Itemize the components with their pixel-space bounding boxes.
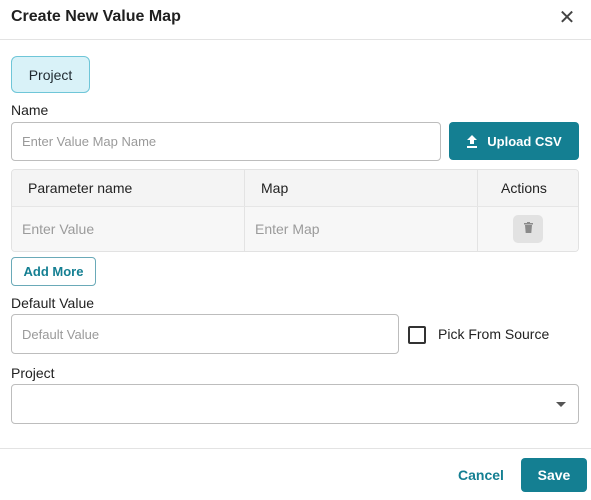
table-row bbox=[12, 207, 578, 251]
add-more-button[interactable]: Add More bbox=[11, 257, 96, 286]
pick-from-source-checkbox[interactable] bbox=[408, 326, 426, 344]
column-divider bbox=[244, 170, 245, 206]
column-header-actions: Actions bbox=[501, 180, 547, 196]
value-map-table: Parameter name Map Actions bbox=[11, 169, 579, 252]
default-value-label: Default Value bbox=[11, 295, 95, 311]
chevron-down-icon bbox=[556, 402, 566, 407]
save-button[interactable]: Save bbox=[521, 458, 587, 492]
project-select[interactable] bbox=[11, 384, 579, 424]
upload-icon bbox=[466, 134, 478, 148]
trash-icon bbox=[523, 220, 533, 238]
upload-csv-button[interactable]: Upload CSV bbox=[449, 122, 579, 160]
delete-row-button[interactable] bbox=[513, 215, 543, 243]
parameter-name-input[interactable] bbox=[12, 207, 244, 251]
column-header-parameter-name: Parameter name bbox=[28, 180, 133, 196]
dialog-title: Create New Value Map bbox=[11, 8, 181, 25]
footer-divider bbox=[0, 448, 591, 449]
column-divider bbox=[477, 207, 478, 251]
dialog-header: Create New Value Map ✕ bbox=[0, 0, 591, 40]
project-label: Project bbox=[11, 365, 55, 381]
pick-from-source-label: Pick From Source bbox=[438, 326, 550, 342]
table-header: Parameter name Map Actions bbox=[12, 170, 578, 207]
default-value-input[interactable] bbox=[11, 314, 399, 354]
project-chip[interactable]: Project bbox=[11, 56, 90, 93]
map-input[interactable] bbox=[245, 207, 477, 251]
close-icon[interactable]: ✕ bbox=[556, 7, 578, 29]
column-header-map: Map bbox=[261, 180, 289, 196]
column-divider bbox=[477, 170, 478, 206]
cancel-button[interactable]: Cancel bbox=[448, 458, 514, 492]
name-input[interactable] bbox=[11, 122, 441, 161]
create-value-map-dialog: Create New Value Map ✕ Project Name Uplo… bbox=[0, 0, 591, 500]
name-label: Name bbox=[11, 102, 49, 118]
upload-csv-label: Upload CSV bbox=[487, 133, 562, 149]
